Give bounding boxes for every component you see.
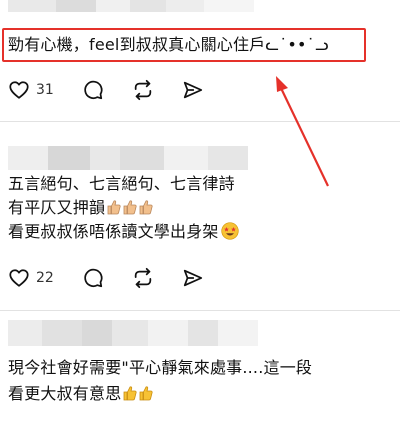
comment-icon [84,268,103,288]
username-blurred [8,146,248,170]
repost-icon [134,79,152,101]
share-button[interactable] [182,79,204,101]
highlight-box [2,28,366,62]
comment-line-2: 有平仄又押韻 [8,196,153,220]
thumbs-up-icon [139,200,153,215]
divider [0,310,400,311]
share-icon [183,269,202,287]
repost-button[interactable] [132,267,154,289]
heart-icon [9,269,29,287]
like-button[interactable]: 22 [8,267,54,289]
reply-button[interactable] [82,79,104,101]
username-blurred [8,0,254,12]
heart-icon [9,81,29,99]
comment-icon [84,80,103,100]
repost-icon [134,267,152,289]
action-bar: 31 [8,78,232,102]
username-blurred [8,320,258,346]
like-count: 22 [36,270,54,286]
thumbs-up-icon [107,200,121,215]
thumbs-up-icon [124,386,138,401]
share-button[interactable] [182,267,204,289]
repost-button[interactable] [132,79,154,101]
comment-line-3-text: 看更叔叔係唔係讀文學出身架 [8,222,219,241]
comment-line-2-text: 有平仄又押韻 [8,198,106,217]
comment-line-3: 看更叔叔係唔係讀文學出身架 [8,220,239,244]
reply-button[interactable] [82,267,104,289]
like-button[interactable]: 31 [8,79,54,101]
share-icon [183,81,202,99]
star-struck-emoji-icon [220,222,239,240]
thumbs-up-icon [140,386,154,401]
comment-line-2-text: 看更大叔有意思 [8,384,122,403]
action-bar: 22 [8,266,232,290]
comment-line-1: 現今社會好需要"平心靜氣來處事....這一段 [8,358,313,377]
like-count: 31 [36,82,54,98]
comment-line-1: 五言絕句、七言絕句、七言律詩 [8,174,235,193]
thumbs-up-icon [123,200,137,215]
comment-line-2: 看更大叔有意思 [8,382,154,406]
divider [0,121,400,122]
